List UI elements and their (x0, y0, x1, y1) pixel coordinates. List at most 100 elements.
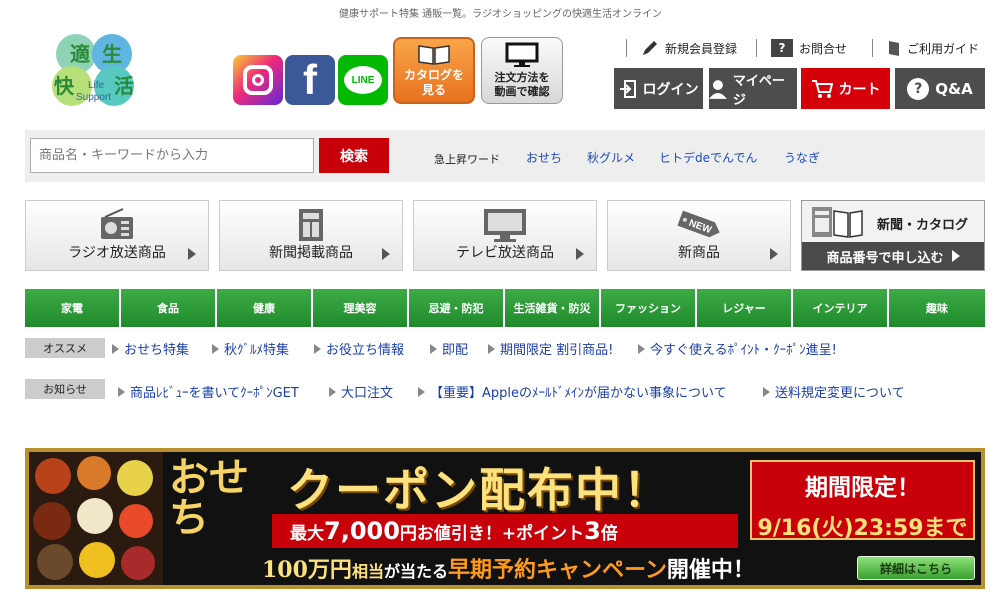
recommend-link[interactable]: お役立ち情報 (314, 339, 404, 358)
search-bar: 検索 急上昇ワード おせち 秋グルメ ヒトデdeでんでん うなぎ (25, 130, 985, 182)
tv-icon (484, 209, 526, 242)
banner-deadline: 期間限定！ 9/16(火)23:59まで (750, 460, 975, 541)
catalog-button[interactable]: カタログを 見る (393, 37, 475, 104)
arrow-right-icon (430, 343, 437, 354)
nav-category[interactable]: 理美容 (313, 289, 407, 327)
recommend-link[interactable]: 期間限定 割引商品! (488, 339, 613, 358)
tile-label: テレビ放送商品 (456, 245, 554, 261)
banner-discount: 最大 7,000 円お値引き！+ポイント 3 倍 (272, 514, 738, 548)
user-icon (709, 79, 727, 99)
site-tagline: 健康サポート特集 通販一覧。ラジオショッピングの快適生活オンライン (339, 9, 662, 20)
contact-label: お問合せ (799, 41, 848, 56)
catalog-button-label: カタログを (403, 68, 464, 82)
tile-radio[interactable]: ラジオ放送商品 (25, 200, 209, 271)
radio-icon (101, 208, 133, 239)
nav-category[interactable]: 忌避・防犯 (409, 289, 503, 327)
trending-keyword[interactable]: うなぎ (784, 149, 820, 166)
nav-category[interactable]: 家電 (25, 289, 119, 327)
trending-keyword[interactable]: おせち (526, 149, 562, 166)
recommend-label: オススメ (25, 338, 105, 358)
arrow-right-icon (118, 386, 125, 397)
tile-new-items[interactable]: NEW 新商品 (607, 200, 791, 271)
logo-char: 活 (114, 74, 134, 98)
logo-sub: Support (76, 92, 112, 103)
contact-link[interactable]: ? お問合せ (756, 39, 847, 57)
catalog-button-label: 見る (421, 83, 446, 97)
guide-label: ご利用ガイド (907, 41, 980, 56)
nav-category[interactable]: 食品 (121, 289, 215, 327)
trending-keyword[interactable]: ヒトデdeでんでん (659, 149, 757, 166)
news-label: お知らせ (25, 379, 105, 399)
mypage-label: マイページ (732, 73, 785, 108)
nav-category[interactable]: 健康 (217, 289, 311, 327)
login-label: ログイン (642, 81, 699, 98)
register-link[interactable]: 新規会員登録 (626, 39, 737, 57)
arrow-right-icon (638, 343, 645, 354)
osechi-food-image (29, 452, 163, 585)
arrow-right-icon (770, 248, 778, 260)
recommend-link[interactable]: 秋ｸﾞﾙﾒ特集 (212, 339, 289, 358)
order-button-label: 注文方法を (494, 71, 550, 84)
site-logo[interactable]: 適 生 快 活 Life Support (48, 30, 148, 110)
register-label: 新規会員登録 (665, 41, 738, 56)
news-link[interactable]: 【重要】Appleのﾒｰﾙﾄﾞﾒｲﾝが届かない事象について (418, 382, 727, 401)
guide-book-icon (889, 41, 899, 56)
nav-category[interactable]: インテリア (793, 289, 887, 327)
facebook-letter: f (303, 56, 317, 103)
arrow-right-icon (112, 343, 119, 354)
instagram-icon[interactable] (233, 55, 283, 105)
nav-category[interactable]: ファッション (601, 289, 695, 327)
order-tile-title: 新聞・カタログ (876, 218, 968, 233)
news-link[interactable]: 商品ﾚﾋﾞｭｰを書いてｸｰﾎﾟﾝGET (118, 382, 299, 401)
search-button[interactable]: 検索 (319, 138, 389, 173)
catalog-order-icon (812, 207, 863, 238)
banner-detail-button[interactable]: 詳細はこちら (857, 556, 975, 580)
detail-label: 詳細はこちら (879, 561, 952, 576)
nav-category[interactable]: レジャー (697, 289, 791, 327)
order-video-button[interactable]: 注文方法を 動画で確認 (481, 37, 563, 104)
recommend-link[interactable]: 今すぐ使えるﾎﾟｲﾝﾄ・ｸｰﾎﾟﾝ進呈! (638, 339, 837, 358)
order-button-label: 動画で確認 (494, 85, 550, 98)
trending-label: 急上昇ワード (434, 153, 500, 166)
banner-title: クーポン配布中！ (287, 463, 671, 517)
news-link[interactable]: 送料規定変更について (763, 382, 905, 401)
cart-button[interactable]: カート (801, 68, 890, 109)
book-icon (418, 45, 450, 65)
login-button[interactable]: ログイン (614, 68, 703, 109)
arrow-right-icon (488, 343, 495, 354)
deadline-date: 9/16(火)23:59まで (757, 516, 968, 541)
nav-category[interactable]: 趣味 (889, 289, 985, 327)
arrow-right-icon (329, 386, 336, 397)
logo-char: 適 (70, 42, 90, 66)
divider (756, 39, 757, 57)
promo-banner[interactable]: おせち クーポン配布中！ 最大 7,000 円お値引き！+ポイント 3 倍 期間限定！ … (25, 448, 985, 589)
banner-campaign-text: 100万円相当が当たる早期予約キャンペーン開催中！ (262, 557, 755, 583)
facebook-icon[interactable]: f (285, 55, 335, 105)
login-icon (619, 79, 636, 98)
mypage-button[interactable]: マイページ (709, 68, 797, 109)
search-input[interactable] (30, 138, 314, 173)
recommend-link[interactable]: おせち特集 (112, 339, 189, 358)
deadline-title: 期間限定！ (805, 475, 920, 501)
cart-label: カート (838, 81, 881, 98)
tile-order-by-number[interactable]: 新聞・カタログ 商品番号で申し込む (801, 200, 985, 271)
qa-button[interactable]: ? Q&A (895, 68, 985, 109)
arrow-right-icon (951, 250, 960, 262)
arrow-right-icon (382, 248, 390, 260)
recommend-link[interactable]: 即配 (430, 339, 468, 358)
divider (626, 39, 627, 57)
question-circle-icon: ? (907, 77, 930, 100)
order-tile-label: 商品番号で申し込む (826, 250, 944, 266)
guide-link[interactable]: ご利用ガイド (872, 39, 979, 57)
tile-newspaper[interactable]: 新聞掲載商品 (219, 200, 403, 271)
logo-char: 生 (102, 42, 122, 66)
news-link[interactable]: 大口注文 (329, 382, 393, 401)
trending-keyword[interactable]: 秋グルメ (587, 149, 635, 166)
line-icon[interactable]: LINE (338, 55, 388, 105)
pencil-icon (643, 41, 657, 55)
tile-tv[interactable]: テレビ放送商品 (413, 200, 597, 271)
nav-category[interactable]: 生活雑貨・防災 (505, 289, 599, 327)
order-tile-bar: 商品番号で申し込む (802, 242, 984, 270)
monitor-icon (505, 42, 539, 67)
tile-label: ラジオ放送商品 (68, 245, 166, 261)
